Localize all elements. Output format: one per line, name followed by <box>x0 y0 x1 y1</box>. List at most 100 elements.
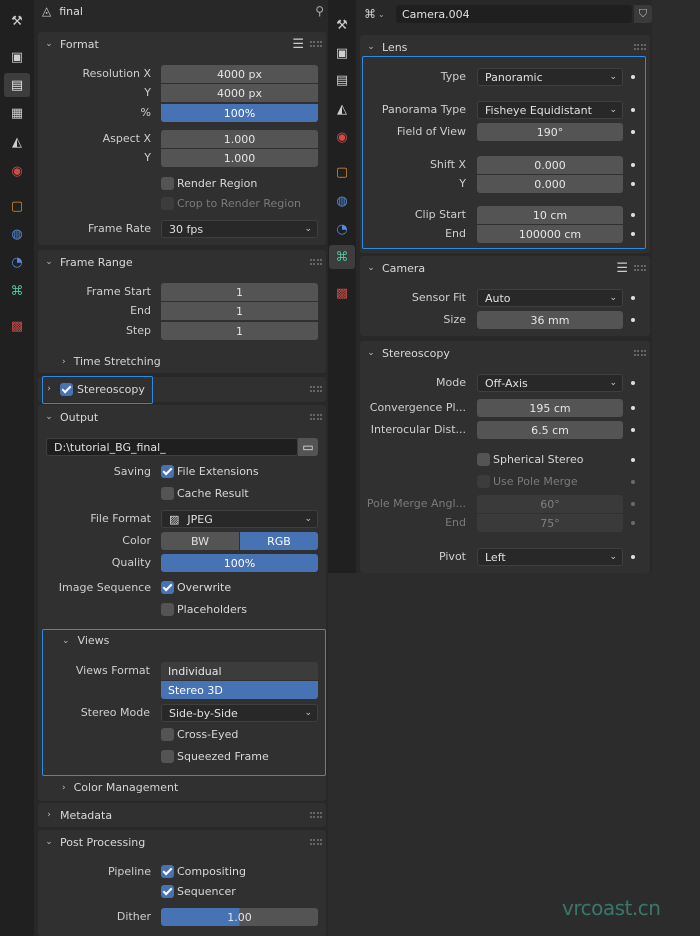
color-rgb-option[interactable]: RGB <box>240 532 318 550</box>
keyframe-dot[interactable] <box>631 130 635 134</box>
modifier-icon[interactable]: ◍ <box>8 225 26 243</box>
keyframe-dot[interactable] <box>631 182 635 186</box>
metadata-header[interactable]: › Metadata <box>38 803 326 827</box>
keyframe-dot[interactable] <box>631 318 635 322</box>
post-processing-header[interactable]: ⌄ Post Processing <box>38 830 326 854</box>
world-icon[interactable]: ◉ <box>8 162 26 180</box>
aspect-y-field[interactable]: 1.000 <box>161 149 318 167</box>
keyframe-dot[interactable] <box>631 502 635 506</box>
pivot-dropdown[interactable]: Left ⌄ <box>477 548 623 566</box>
file-extensions-checkbox[interactable] <box>161 465 174 478</box>
output-path-field[interactable]: D:\tutorial_BG_final_ <box>46 438 298 456</box>
spherical-stereo-checkbox[interactable] <box>477 453 490 466</box>
compositing-checkbox[interactable] <box>161 865 174 878</box>
folder-icon[interactable]: ▭ <box>298 438 318 456</box>
use-pole-merge-checkbox[interactable] <box>477 475 490 488</box>
convergence-field[interactable]: 195 cm <box>477 399 623 417</box>
drag-grip-icon[interactable] <box>310 812 322 818</box>
object-icon[interactable]: ▢ <box>8 197 26 215</box>
file-format-dropdown[interactable]: ▨ JPEG ⌄ <box>161 510 318 528</box>
lens-type-dropdown[interactable]: Panoramic ⌄ <box>477 68 623 86</box>
keyframe-dot[interactable] <box>631 406 635 410</box>
modifier-icon[interactable]: ◍ <box>333 192 351 210</box>
aspect-x-field[interactable]: 1.000 <box>161 130 318 148</box>
physics-icon[interactable]: ◔ <box>8 253 26 271</box>
camera-icon[interactable]: ⌘ <box>364 7 376 21</box>
drag-grip-icon[interactable] <box>634 44 646 50</box>
color-bw-option[interactable]: BW <box>161 532 239 550</box>
frame-rate-dropdown[interactable]: 30 fps ⌄ <box>161 220 318 238</box>
presets-icon[interactable]: ☰ <box>292 37 304 52</box>
keyframe-dot[interactable] <box>631 521 635 525</box>
render-region-checkbox[interactable] <box>161 177 174 190</box>
drag-grip-icon[interactable] <box>634 265 646 271</box>
keyframe-dot[interactable] <box>631 458 635 462</box>
drag-grip-icon[interactable] <box>310 41 322 47</box>
drag-grip-icon[interactable] <box>310 259 322 265</box>
output-header[interactable]: ⌄ Output <box>38 405 326 429</box>
camera-section-header[interactable]: ⌄ Camera ☰ <box>360 256 650 280</box>
drag-grip-icon[interactable] <box>310 386 322 392</box>
pole-merge-field[interactable]: 60° <box>477 495 623 513</box>
resolution-x-field[interactable]: 4000 px <box>161 65 318 83</box>
frame-range-header[interactable]: ⌄ Frame Range <box>38 250 326 274</box>
color-management-subpanel[interactable]: › Color Management <box>62 781 178 794</box>
color-mode-toggle[interactable]: BW RGB <box>161 532 318 550</box>
resolution-y-field[interactable]: 4000 px <box>161 84 318 102</box>
tool-icon[interactable]: ⚒ <box>8 12 26 30</box>
shift-x-field[interactable]: 0.000 <box>477 156 623 174</box>
camera-data-icon[interactable]: ⌘ <box>8 282 26 300</box>
scene-icon[interactable]: ◭ <box>333 100 351 118</box>
drag-grip-icon[interactable] <box>634 350 646 356</box>
render-icon[interactable]: ▣ <box>8 48 26 66</box>
presets-icon[interactable]: ☰ <box>616 261 628 276</box>
camera-name-field[interactable]: Camera.004 <box>396 5 632 23</box>
field-of-view-field[interactable]: 190° <box>477 123 623 141</box>
cache-result-checkbox[interactable] <box>161 487 174 500</box>
views-subpanel-header[interactable]: ⌄ Views <box>62 634 109 647</box>
texture-icon[interactable]: ▩ <box>8 317 26 335</box>
keyframe-dot[interactable] <box>631 555 635 559</box>
camera-stereoscopy-header[interactable]: ⌄ Stereoscopy <box>360 341 650 365</box>
view-layer-icon[interactable]: ▦ <box>8 104 26 122</box>
frame-end-field[interactable]: 1 <box>161 302 318 320</box>
physics-icon[interactable]: ◔ <box>333 220 351 238</box>
format-header[interactable]: ⌄ Format ☰ <box>38 32 326 56</box>
frame-step-field[interactable]: 1 <box>161 322 318 340</box>
clip-start-field[interactable]: 10 cm <box>477 206 623 224</box>
output-icon[interactable]: ▤ <box>333 71 351 89</box>
scene-icon[interactable]: ◭ <box>8 133 26 151</box>
tool-icon[interactable]: ⚒ <box>333 16 351 34</box>
keyframe-dot[interactable] <box>631 213 635 217</box>
keyframe-dot[interactable] <box>631 163 635 167</box>
chevron-down-icon[interactable]: ⌄ <box>378 10 385 19</box>
drag-grip-icon[interactable] <box>310 839 322 845</box>
resolution-percent-slider[interactable]: 100% <box>161 104 318 122</box>
stereoscopy-checkbox[interactable] <box>60 382 73 396</box>
world-icon[interactable]: ◉ <box>333 128 351 146</box>
interocular-field[interactable]: 6.5 cm <box>477 421 623 439</box>
time-stretching-subpanel[interactable]: › Time Stretching <box>62 355 161 368</box>
object-icon[interactable]: ▢ <box>333 163 351 181</box>
drag-grip-icon[interactable] <box>310 414 322 420</box>
squeezed-frame-checkbox[interactable] <box>161 750 174 763</box>
texture-icon[interactable]: ▩ <box>333 284 351 302</box>
output-icon[interactable]: ▤ <box>4 73 30 97</box>
views-format-individual[interactable]: Individual <box>161 662 318 680</box>
sensor-size-field[interactable]: 36 mm <box>477 311 623 329</box>
render-icon[interactable]: ▣ <box>333 44 351 62</box>
keyframe-dot[interactable] <box>631 428 635 432</box>
keyframe-dot[interactable] <box>631 108 635 112</box>
frame-start-field[interactable]: 1 <box>161 283 318 301</box>
stereoscopy-header[interactable]: › Stereoscopy <box>38 377 326 401</box>
crop-region-checkbox[interactable] <box>161 197 174 210</box>
stereo-mode-dropdown[interactable]: Side-by-Side ⌄ <box>161 704 318 722</box>
sequencer-checkbox[interactable] <box>161 885 174 898</box>
keyframe-dot[interactable] <box>631 75 635 79</box>
keyframe-dot[interactable] <box>631 232 635 236</box>
keyframe-dot[interactable] <box>631 296 635 300</box>
views-format-stereo-3d[interactable]: Stereo 3D <box>161 681 318 699</box>
overwrite-checkbox[interactable] <box>161 581 174 594</box>
cross-eyed-checkbox[interactable] <box>161 728 174 741</box>
stereo-mode-dropdown[interactable]: Off-Axis ⌄ <box>477 374 623 392</box>
